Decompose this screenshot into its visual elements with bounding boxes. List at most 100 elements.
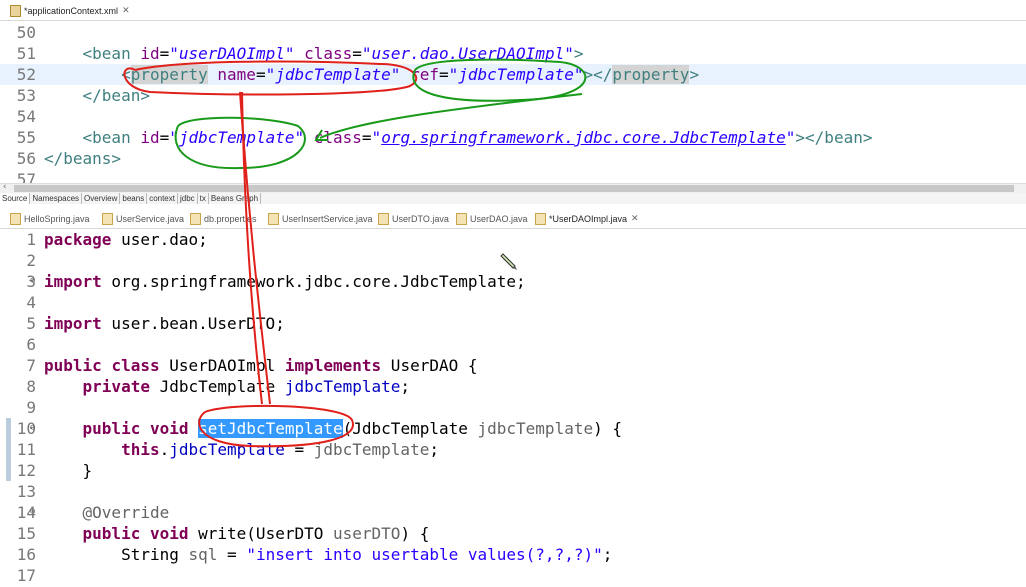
code-line[interactable]: 13 <box>0 481 1026 502</box>
code-token: org.springframework.jdbc.core.JdbcTempla… <box>381 128 786 147</box>
code-token: = <box>352 44 362 63</box>
java-file-icon <box>268 212 279 225</box>
code-line[interactable]: 15 public void write(UserDTO userDTO) { <box>0 523 1026 544</box>
code-line[interactable]: 1 package user.dao; <box>0 229 1026 250</box>
code-token: public <box>44 356 102 375</box>
code-token: class <box>304 128 362 147</box>
xml-source-editor[interactable]: 50 51 <bean id="userDAOImpl" class="user.… <box>0 22 1026 183</box>
java-file-icon <box>535 212 546 225</box>
code-line[interactable]: 10 ⊖ public void setJdbcTemplate(JdbcTemp… <box>0 418 1026 439</box>
tab-application-context-xml[interactable]: *applicationContext.xml ✕ <box>10 3 130 18</box>
java-file-icon <box>10 212 21 225</box>
line-number: 2 <box>26 251 36 270</box>
code-text: <bean id="jdbcTemplate" class="org.sprin… <box>44 127 873 148</box>
code-line[interactable]: 4 <box>0 292 1026 313</box>
code-line[interactable]: 12 } <box>0 460 1026 481</box>
code-line[interactable]: 52 <property name="jdbcTemplate" ref="jd… <box>0 64 1026 85</box>
code-token: @Override <box>82 503 170 522</box>
code-line[interactable]: 51 <bean id="userDAOImpl" class="user.da… <box>0 43 1026 64</box>
code-token: name <box>207 65 256 84</box>
code-token: user.bean.UserDTO; <box>101 314 285 333</box>
code-token: = <box>159 44 170 63</box>
code-token: </bean> <box>82 86 150 105</box>
code-line[interactable]: 9 <box>0 397 1026 418</box>
file-tab[interactable]: UserInsertService.java <box>268 211 373 226</box>
fold-toggle-icon[interactable]: ⊖ <box>30 271 35 292</box>
close-icon[interactable]: ✕ <box>122 5 130 16</box>
xml-file-icon <box>10 4 21 17</box>
tab-context[interactable]: context <box>147 193 178 204</box>
file-tab-label: HelloSpring.java <box>24 213 90 224</box>
code-line[interactable]: 6 <box>0 334 1026 355</box>
code-token: = <box>438 65 449 84</box>
code-line[interactable]: 11 this.jdbcTemplate = jdbcTemplate; <box>0 439 1026 460</box>
code-line[interactable]: 57 <box>0 169 1026 183</box>
code-line[interactable]: 54 <box>0 106 1026 127</box>
java-file-icon <box>456 212 467 225</box>
code-line[interactable]: 55 <bean id="jdbcTemplate" class="org.sp… <box>0 127 1026 148</box>
code-text: </bean> <box>44 85 150 106</box>
tab-tx[interactable]: tx <box>198 193 209 204</box>
code-token: void <box>149 419 189 438</box>
file-tab[interactable]: UserDAO.java <box>456 211 528 226</box>
code-token: > <box>689 65 700 84</box>
java-source-editor[interactable]: 1 package user.dao; 2 3 ⊖ import org.springfr… <box>0 229 1026 587</box>
file-tab[interactable]: UserService.java <box>102 211 184 226</box>
xml-editor-tab-bar: *applicationContext.xml ✕ <box>0 0 1026 21</box>
tab-jdbc[interactable]: jdbc <box>178 193 198 204</box>
code-token: sql <box>188 545 218 564</box>
tab-beans-graph[interactable]: Beans Graph <box>209 193 262 204</box>
fold-toggle-icon[interactable]: ⊖ <box>30 502 35 523</box>
code-token: "jdbcTemplate" <box>448 65 584 84</box>
code-token: org.springframework.jdbc.core.JdbcTempla… <box>101 272 526 291</box>
line-number: 50 <box>16 23 36 42</box>
line-number: 16 <box>16 545 36 564</box>
tab-overview[interactable]: Overview <box>82 193 121 204</box>
code-token: id <box>130 44 160 63</box>
code-token: = <box>255 65 266 84</box>
code-line[interactable]: 16 String sql = "insert into usertable v… <box>0 544 1026 565</box>
code-line[interactable]: 17 <box>0 565 1026 586</box>
code-token: . <box>159 440 170 459</box>
tab-source[interactable]: Source <box>0 193 31 204</box>
file-tab-label: UserDAO.java <box>470 213 528 224</box>
code-line[interactable]: 56 </beans> <box>0 148 1026 169</box>
code-line[interactable]: 14 ⊖ @Override <box>0 502 1026 523</box>
scrollbar-thumb[interactable] <box>14 185 1014 192</box>
line-number: 6 <box>26 335 36 354</box>
code-token: jdbcTemplate <box>313 440 430 459</box>
code-token: "userDAOImpl" <box>169 44 295 63</box>
code-token: ref <box>400 65 439 84</box>
close-icon[interactable]: ✕ <box>631 213 639 224</box>
code-token: jdbcTemplate <box>477 419 594 438</box>
code-text: <bean id="userDAOImpl" class="user.dao.U… <box>44 43 584 64</box>
code-line[interactable]: 50 <box>0 22 1026 43</box>
code-token: ) { <box>400 524 430 543</box>
code-line[interactable]: 8 private JdbcTemplate jdbcTemplate; <box>0 376 1026 397</box>
file-tab[interactable]: *UserDAOImpl.java ✕ <box>535 211 639 226</box>
tab-namespaces[interactable]: Namespaces <box>30 193 83 204</box>
code-token: class <box>111 356 160 375</box>
code-line[interactable]: 5 import user.bean.UserDTO; <box>0 313 1026 334</box>
file-tab[interactable]: HelloSpring.java <box>10 211 90 226</box>
code-token: (JdbcTemplate <box>342 419 478 438</box>
tab-beans[interactable]: beans <box>120 193 148 204</box>
code-token: import <box>44 314 102 333</box>
file-tab[interactable]: db.properties <box>190 211 257 226</box>
code-token: " <box>371 128 382 147</box>
file-tab-label: UserInsertService.java <box>282 213 373 224</box>
fold-toggle-icon[interactable]: ⊖ <box>30 418 35 439</box>
code-line[interactable]: 7 public class UserDAOImpl implements Use… <box>0 355 1026 376</box>
code-token: UserDAO { <box>381 356 478 375</box>
code-line[interactable]: 53 </bean> <box>0 85 1026 106</box>
code-token: "user.dao.UserDAOImpl" <box>361 44 574 63</box>
code-text: import org.springframework.jdbc.core.Jdb… <box>44 271 526 292</box>
code-token: ) { <box>593 419 622 438</box>
file-tab[interactable]: UserDTO.java <box>378 211 449 226</box>
scroll-left-icon[interactable]: ‹ <box>2 182 7 192</box>
